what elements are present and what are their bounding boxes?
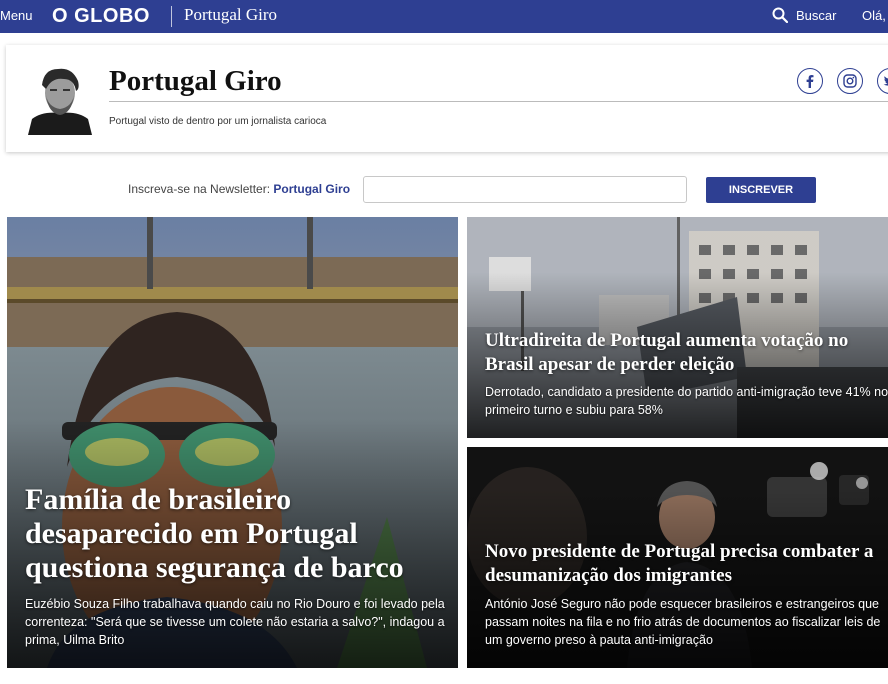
author-avatar bbox=[28, 63, 92, 135]
top-nav-bar: Menu O GLOBO Portugal Giro Buscar Olá, l bbox=[0, 0, 888, 33]
article-summary: Euzébio Souza Filho trabalhava quando ca… bbox=[25, 597, 445, 647]
newsletter-name: Portugal Giro bbox=[273, 182, 351, 196]
twitter-link[interactable] bbox=[877, 68, 888, 94]
instagram-link[interactable] bbox=[837, 68, 863, 94]
menu-button[interactable]: Menu bbox=[0, 8, 33, 23]
newsletter-email-input[interactable] bbox=[363, 176, 687, 203]
article-card-main[interactable]: Família de brasileiro desaparecido em Po… bbox=[7, 217, 458, 668]
article-headline[interactable]: Ultradireita de Portugal aumenta votação… bbox=[485, 329, 885, 377]
article-summary: Derrotado, candidato a presidente do par… bbox=[485, 385, 888, 417]
user-greeting[interactable]: Olá, l bbox=[862, 8, 888, 23]
instagram-icon bbox=[843, 74, 857, 88]
newsletter-prefix: Inscreva-se na Newsletter: bbox=[128, 182, 274, 196]
facebook-icon bbox=[806, 75, 814, 88]
title-divider bbox=[109, 101, 888, 102]
blog-header: Portugal Giro Portugal visto de dentro p… bbox=[6, 45, 888, 152]
article-headline[interactable]: Família de brasileiro desaparecido em Po… bbox=[25, 483, 445, 585]
blog-title: Portugal Giro bbox=[109, 65, 282, 97]
blog-description: Portugal visto de dentro por um jornalis… bbox=[109, 116, 327, 127]
o-globo-logo[interactable]: O GLOBO bbox=[52, 5, 150, 28]
article-card-election[interactable]: Ultradireita de Portugal aumenta votação… bbox=[467, 217, 888, 438]
article-card-president[interactable]: Novo presidente de Portugal precisa comb… bbox=[467, 447, 888, 668]
logo-divider bbox=[171, 6, 172, 27]
article-headline[interactable]: Novo presidente de Portugal precisa comb… bbox=[485, 540, 885, 588]
twitter-icon bbox=[883, 76, 888, 86]
search-icon bbox=[772, 7, 788, 23]
search-button[interactable]: Buscar bbox=[772, 6, 840, 26]
search-label: Buscar bbox=[796, 8, 837, 23]
blog-name-link[interactable]: Portugal Giro bbox=[184, 5, 277, 25]
subscribe-button[interactable]: INSCREVER bbox=[706, 177, 816, 203]
article-summary: António José Seguro não pode esquecer br… bbox=[485, 597, 881, 647]
facebook-link[interactable] bbox=[797, 68, 823, 94]
newsletter-label: Inscreva-se na Newsletter: Portugal Giro bbox=[128, 182, 350, 196]
